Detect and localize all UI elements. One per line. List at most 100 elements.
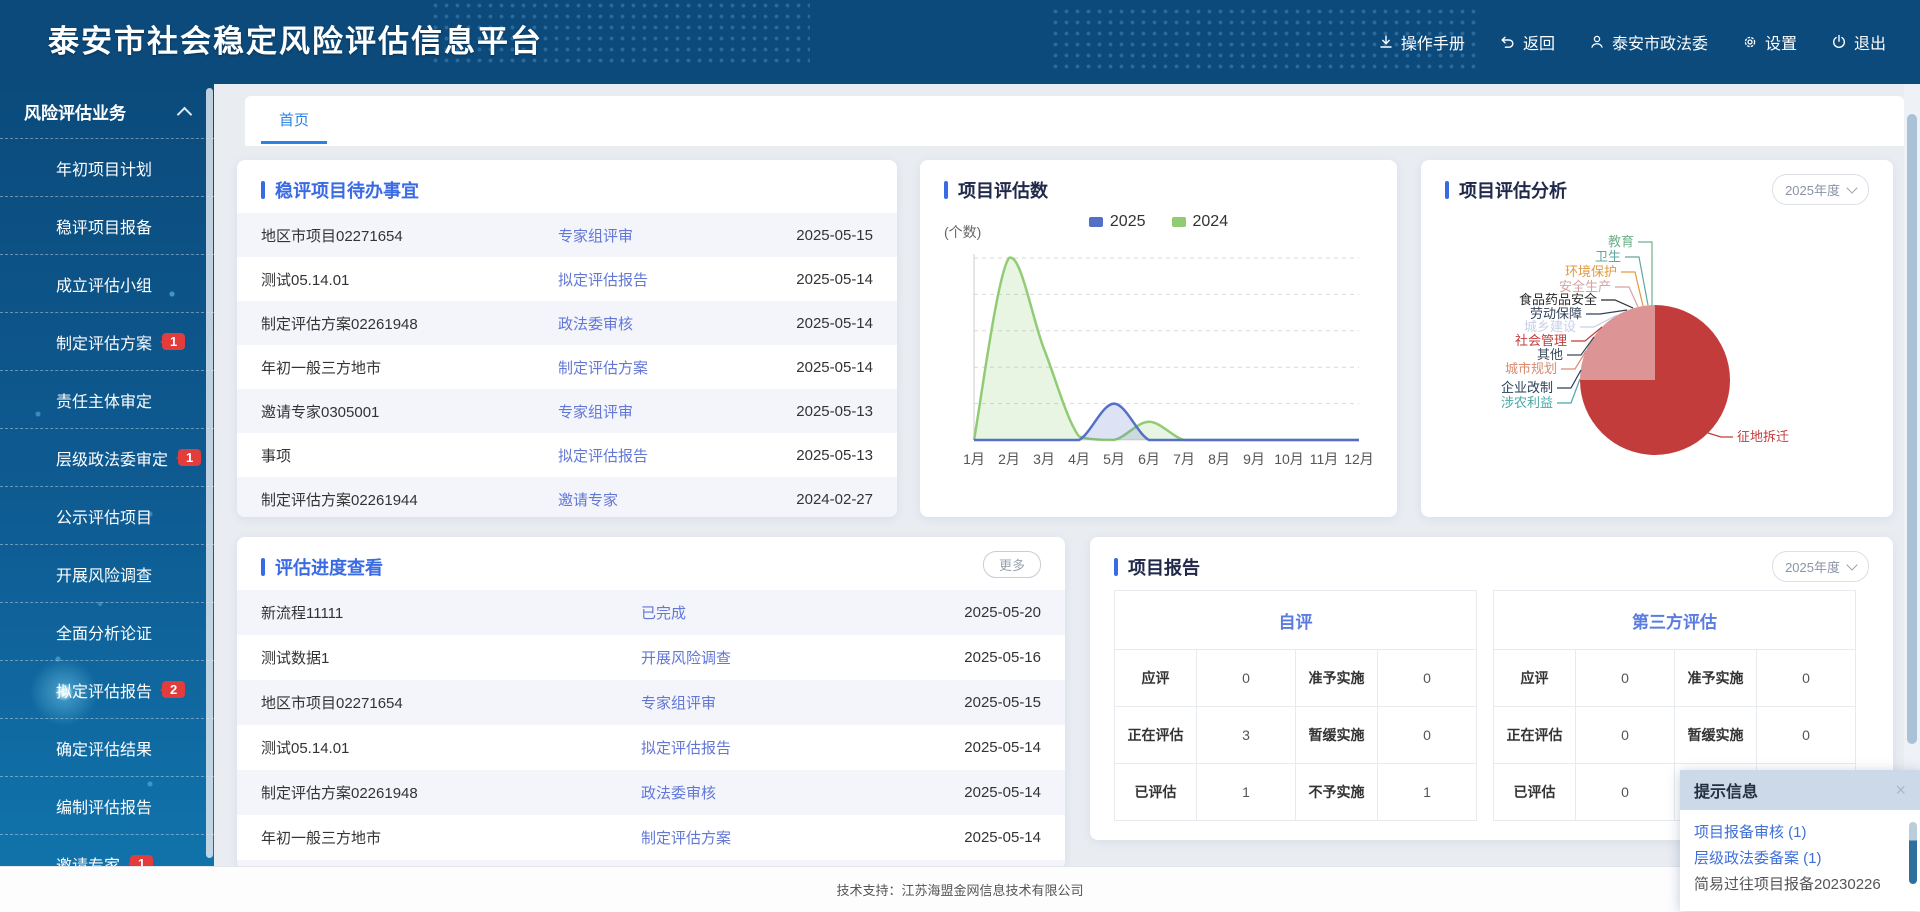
- nav-item-3[interactable]: 设置: [1742, 30, 1797, 54]
- row-project-name: 测试数据1: [261, 647, 641, 668]
- card-assessment-analysis: 项目评估分析 2025年度 教育卫生环境保护安全生产食品药品安全劳动保障城乡建设…: [1421, 160, 1893, 517]
- popup-header: 提示信息 ×: [1680, 770, 1920, 810]
- report-table-row: 正在评估3暂缓实施0: [1115, 707, 1476, 764]
- report-cell-value: 0: [1576, 764, 1675, 820]
- sidebar-item-2[interactable]: 成立评估小组: [0, 254, 214, 312]
- report-cell-label: 不予实施: [1296, 764, 1378, 820]
- pie-year-value: 2025年度: [1785, 180, 1840, 199]
- pie-label-7: 社会管理: [1515, 333, 1567, 348]
- nav-item-4[interactable]: 退出: [1831, 30, 1886, 54]
- nav-item-label: 操作手册: [1401, 30, 1465, 54]
- row-action-link[interactable]: 政法委审核: [558, 313, 763, 334]
- legend-item-2024[interactable]: 2024: [1172, 213, 1229, 231]
- sidebar-item-8[interactable]: 全面分析论证: [0, 602, 214, 660]
- report-cell-value: 0: [1378, 707, 1476, 763]
- report-cell-value: 0: [1197, 650, 1296, 706]
- card-pending-tasks-title: 稳评项目待办事宜: [275, 177, 419, 203]
- pie-label-12: 征地拆迁: [1737, 429, 1789, 444]
- row-date: 2025-05-13: [763, 447, 873, 464]
- sidebar-item-5[interactable]: 层级政法委审定1: [0, 428, 214, 486]
- pie-year-dropdown[interactable]: 2025年度: [1772, 174, 1869, 205]
- card-progress-view: 评估进度查看 更多 新流程11111已完成2025-05-20测试数据1开展风险…: [237, 537, 1065, 869]
- sidebar-item-1[interactable]: 稳评项目报备: [0, 196, 214, 254]
- pie-label-10: 企业改制: [1501, 380, 1553, 395]
- sidebar-item-12[interactable]: 邀请专家1: [0, 834, 214, 868]
- row-action-link[interactable]: 已完成: [641, 602, 931, 623]
- tab-home[interactable]: 首页: [261, 96, 327, 144]
- pie-label-8: 其他: [1537, 347, 1563, 362]
- y-axis-unit-label: (个数): [944, 222, 981, 242]
- sidebar-group-risk-assessment[interactable]: 风险评估业务: [0, 84, 214, 138]
- report-cell-value: 1: [1197, 764, 1296, 820]
- legend-item-2025[interactable]: 2025: [1089, 213, 1146, 231]
- row-project-name: 制定评估方案02261948: [261, 782, 641, 803]
- report-year-value: 2025年度: [1785, 557, 1840, 576]
- row-action-link[interactable]: 政法委审核: [641, 782, 931, 803]
- row-date: 2025-05-14: [931, 829, 1041, 846]
- pie-label-0: 教育: [1608, 234, 1634, 249]
- todo-row: 测试05.14.01拟定评估报告2025-05-14: [237, 257, 897, 301]
- card-assessment-count: 项目评估数 20252024 (个数) 1月2月3月4月5月6月7月8月9月10…: [920, 160, 1397, 517]
- row-action-link[interactable]: 制定评估方案: [558, 357, 763, 378]
- popup-link-1[interactable]: 层级政法委备案 (1): [1694, 846, 1906, 872]
- page-footer: 技术支持：江苏海盟金网信息技术有限公司: [0, 866, 1920, 912]
- badge-count: 1: [178, 449, 201, 466]
- sidebar-item-4[interactable]: 责任主体审定: [0, 370, 214, 428]
- close-icon[interactable]: ×: [1895, 781, 1906, 799]
- power-icon: [1831, 34, 1847, 50]
- row-action-link[interactable]: 开展风险调查: [641, 647, 931, 668]
- row-action-link[interactable]: 专家组评审: [558, 225, 763, 246]
- more-button[interactable]: 更多: [983, 551, 1041, 578]
- sidebar-item-0[interactable]: 年初项目计划: [0, 138, 214, 196]
- row-action-link[interactable]: 邀请专家: [558, 489, 763, 510]
- sidebar-item-label: 全面分析论证: [56, 620, 152, 644]
- row-project-name: 制定评估方案02261944: [261, 489, 558, 510]
- row-project-name: 新流程11111: [261, 602, 641, 623]
- sidebar-item-3[interactable]: 制定评估方案1: [0, 312, 214, 370]
- page-scrollbar-thumb[interactable]: [1907, 114, 1917, 744]
- report-table-title: 自评: [1115, 591, 1476, 650]
- sidebar-item-11[interactable]: 编制评估报告: [0, 776, 214, 834]
- row-action-link[interactable]: 拟定评估报告: [558, 445, 763, 466]
- report-cell-value: 0: [1757, 650, 1855, 706]
- pie-label-9: 城市规划: [1505, 361, 1557, 376]
- row-date: 2025-05-14: [763, 359, 873, 376]
- row-action-link[interactable]: 拟定评估报告: [641, 737, 931, 758]
- x-tick-label: 1月: [963, 451, 985, 467]
- sidebar-item-10[interactable]: 确定评估结果: [0, 718, 214, 776]
- chevron-down-icon: [1846, 559, 1857, 570]
- nav-item-2[interactable]: 泰安市政法委: [1589, 30, 1708, 54]
- todo-row: 年初一般三方地市制定评估方案2025-05-14: [237, 345, 897, 389]
- row-project-name: 测试05.14.01: [261, 269, 558, 290]
- row-action-link[interactable]: 拟定评估报告: [558, 269, 763, 290]
- sidebar-item-label: 成立评估小组: [56, 272, 152, 296]
- row-action-link[interactable]: 制定评估方案: [641, 827, 931, 848]
- chart-legend: 2025 2024: [920, 213, 1397, 231]
- line-chart: 1月2月3月4月5月6月7月8月9月10月11月12月: [934, 240, 1384, 502]
- row-project-name: 邀请专家0305001: [261, 401, 558, 422]
- nav-item-0[interactable]: 操作手册: [1378, 30, 1465, 54]
- report-cell-value: 0: [1576, 707, 1675, 763]
- card-title-row: 稳评项目待办事宜: [237, 160, 897, 211]
- pie-label-11: 涉农利益: [1501, 395, 1553, 410]
- report-table-0: 自评应评0准予实施0正在评估3暂缓实施0已评估1不予实施1: [1114, 590, 1477, 821]
- sidebar-item-6[interactable]: 公示评估项目: [0, 486, 214, 544]
- sidebar-item-label: 责任主体审定: [56, 388, 152, 412]
- row-date: 2025-05-15: [763, 227, 873, 244]
- popup-link-0[interactable]: 项目报备审核 (1): [1694, 820, 1906, 846]
- row-action-link[interactable]: 专家组评审: [558, 401, 763, 422]
- row-action-link[interactable]: 专家组评审: [641, 692, 931, 713]
- download-icon: [1378, 34, 1394, 50]
- legend-swatch: [1172, 217, 1186, 227]
- badge-count: 1: [162, 333, 185, 350]
- popup-scrollbar[interactable]: [1909, 822, 1917, 884]
- row-project-name: 年初一般三方地市: [261, 357, 558, 378]
- pie-chart: 教育卫生环境保护安全生产食品药品安全劳动保障城乡建设社会管理其他城市规划企业改制…: [1421, 208, 1893, 508]
- sidebar-item-9[interactable]: 拟定评估报告2: [0, 660, 214, 718]
- nav-item-1[interactable]: 返回: [1499, 30, 1555, 54]
- sidebar-item-7[interactable]: 开展风险调查: [0, 544, 214, 602]
- progress-row: 新流程11111已完成2025-05-20: [237, 590, 1065, 635]
- report-year-dropdown[interactable]: 2025年度: [1772, 551, 1869, 582]
- sidebar-scrollbar[interactable]: [206, 88, 213, 858]
- progress-row: 测试05.14.01拟定评估报告2025-05-14: [237, 725, 1065, 770]
